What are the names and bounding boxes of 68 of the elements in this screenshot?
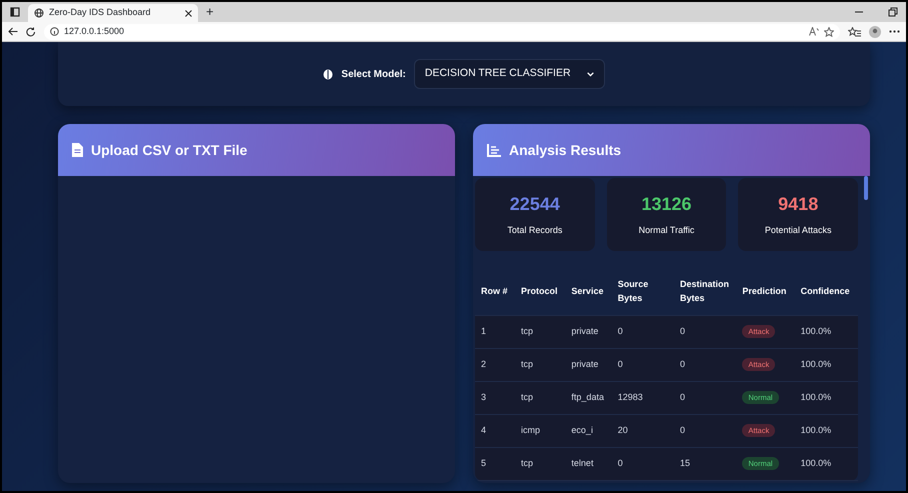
column-header: Protocol [515,269,566,315]
file-icon [72,143,83,157]
info-icon [50,27,59,36]
address-bar[interactable]: 127.0.0.1:5000 [44,24,840,40]
table-cell: tcp [515,348,566,381]
stat-label: Potential Attacks [764,224,832,238]
column-header: Confidence [794,269,858,315]
table-cell: 20 [612,414,674,447]
table-cell: ftp_data [565,381,612,414]
scrollbar-thumb[interactable] [864,176,868,200]
table-cell: 0 [612,447,674,480]
table-cell: 5 [475,447,516,480]
chevron-down-icon [586,72,594,76]
table-cell: tcp [515,447,566,480]
stat-value: 13126 [641,193,692,216]
table-cell: eco_i [565,414,612,447]
table-cell: 0 [674,414,736,447]
table-cell: tcp [515,315,566,348]
reload-icon[interactable] [26,26,36,36]
table-cell: 100.0% [794,381,858,414]
more-icon[interactable] [889,30,900,33]
bar-chart-icon [487,144,501,156]
table-cell: 0 [674,381,736,414]
profile-icon[interactable] [869,26,881,38]
column-header: Destination Bytes [674,269,736,315]
tab-title: Zero-Day IDS Dashboard [49,6,152,20]
table-cell: 15 [674,447,736,480]
column-header: Prediction [736,269,795,315]
column-header: Row # [475,269,516,315]
table-cell: 1 [475,315,516,348]
table-cell: 3 [475,381,516,414]
table-cell: 100.0% [794,315,858,348]
browser-tab[interactable]: Zero-Day IDS Dashboard [28,4,198,22]
star-icon[interactable] [824,26,834,36]
favorites-icon[interactable] [848,26,861,36]
table-cell: tcp [515,381,566,414]
table-cell: 12983 [612,381,674,414]
tab-actions-icon[interactable] [10,7,20,17]
column-header: Service [565,269,612,315]
close-icon[interactable] [185,10,192,16]
stat-value: 9418 [778,193,818,216]
table-cell: 100.0% [794,414,858,447]
table-cell: icmp [515,414,566,447]
table-cell: private [565,348,612,381]
table-cell: 0 [674,315,736,348]
read-aloud-icon[interactable] [809,27,819,36]
table-cell: private [565,315,612,348]
restore-icon[interactable] [888,7,898,17]
card-title: Upload CSV or TXT File [91,140,248,160]
stat-label: Normal Traffic [638,224,694,238]
new-tab-button[interactable]: + [206,2,214,22]
globe-icon [34,8,44,18]
table-cell: telnet [565,447,612,480]
table-cell: 0 [674,348,736,381]
table-cell: 0 [612,315,674,348]
stat-value: 22544 [510,193,560,216]
model-dropdown[interactable]: DECISION TREE CLASSIFIER [414,59,605,89]
url-text: 127.0.0.1:5000 [64,24,126,38]
table-cell: 2 [475,348,516,381]
card-title: Analysis Results [509,140,622,160]
table-cell: 100.0% [794,447,858,480]
column-header: Source Bytes [612,269,674,315]
select-model-label: Select Model: [341,68,406,82]
table-cell: 0 [612,348,674,381]
stat-label: Total Records [507,224,562,238]
table-cell: 100.0% [794,348,858,381]
table-cell: 4 [475,414,516,447]
back-icon[interactable] [8,27,18,36]
